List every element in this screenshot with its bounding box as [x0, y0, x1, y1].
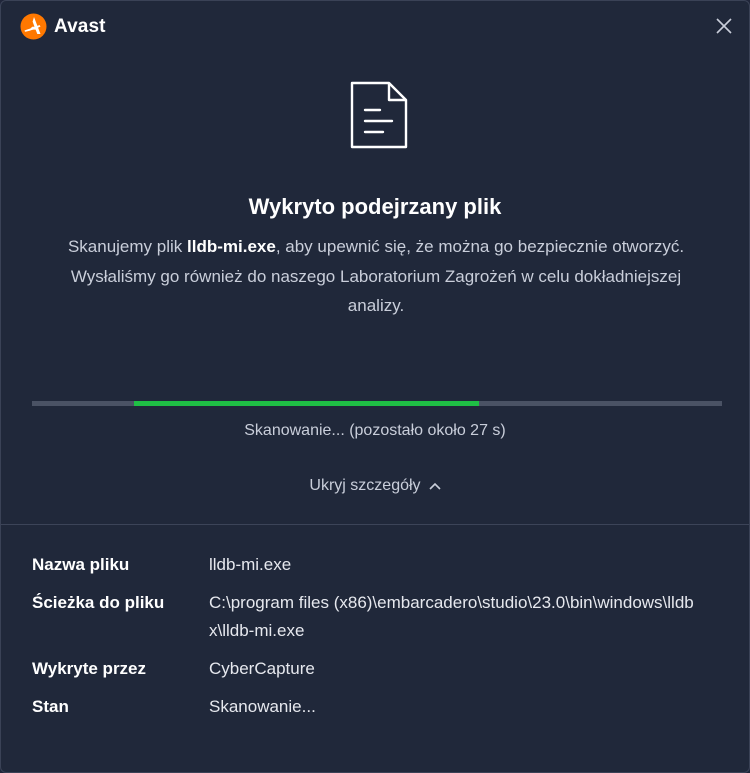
description-prefix: Skanujemy plik [67, 237, 188, 256]
divider [1, 524, 749, 525]
progress-bar [32, 401, 722, 406]
detail-value: lldb-mi.exe [209, 555, 292, 574]
file-document-icon [348, 79, 410, 151]
description-file-name: lldb-mi.exe [187, 237, 276, 256]
detail-row-status: Stan Skanowanie... [32, 693, 722, 721]
dialog-title: Wykryto podejrzany plik [248, 194, 502, 219]
detail-key: Nazwa pliku [32, 555, 130, 574]
hide-details-toggle[interactable]: Ukryj szczegóły [1, 477, 749, 495]
chevron-up-icon [428, 477, 441, 495]
avast-logo-icon [20, 13, 47, 40]
detail-key: Wykryte przez [32, 659, 147, 678]
description: Skanujemy plik lldb-mi.exe, aby upewnić … [56, 232, 696, 321]
close-button[interactable] [713, 15, 735, 37]
title-bar: Avast [1, 1, 749, 53]
hide-details-label: Ukryj szczegóły [309, 477, 421, 495]
avast-dialog: Avast Wykryto podejrzany plik Skanujemy … [0, 0, 750, 773]
details-list: Nazwa pliku lldb-mi.exe Ścieżka do pliku… [32, 551, 722, 731]
close-icon [716, 18, 732, 34]
detail-value: Skanowanie... [209, 697, 316, 716]
progress-label: Skanowanie... (pozostało około 27 s) [244, 422, 506, 439]
brand-logo: Avast [20, 13, 106, 40]
progress-bar-fill [134, 401, 480, 406]
detail-key: Stan [32, 697, 69, 716]
app-name: Avast [54, 15, 106, 37]
detail-row-file-name: Nazwa pliku lldb-mi.exe [32, 551, 722, 579]
detail-value: CyberCapture [209, 659, 315, 678]
detail-row-detected-by: Wykryte przez CyberCapture [32, 655, 722, 683]
description-line2: Wysłaliśmy go również do naszego Laborat… [70, 266, 682, 316]
detail-row-file-path: Ścieżka do pliku C:\program files (x86)\… [32, 589, 722, 645]
description-suffix: , aby upewnić się, że można go bezpieczn… [275, 237, 685, 256]
detail-key: Ścieżka do pliku [32, 593, 165, 612]
detail-value: C:\program files (x86)\embarcadero\studi… [209, 593, 694, 640]
